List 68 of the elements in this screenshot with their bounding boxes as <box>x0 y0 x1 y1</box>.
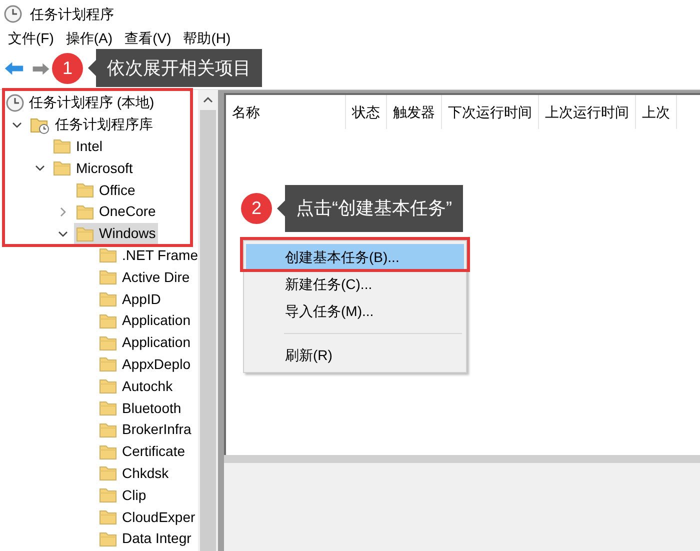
folder-icon <box>53 160 71 176</box>
folder-icon <box>76 226 94 242</box>
tree-item[interactable]: CloudExper <box>97 506 198 528</box>
column-header[interactable]: 上次 <box>636 95 677 129</box>
menu-item[interactable]: 文件(F) <box>8 28 66 48</box>
menu-item[interactable]: 新建任务(C)... <box>246 271 464 298</box>
folder-icon <box>99 400 117 416</box>
tree-item[interactable]: 任务计划程序 (本地) <box>4 92 156 114</box>
folder-icon <box>99 312 117 329</box>
tree-item[interactable]: Intel <box>51 136 104 157</box>
folder-icon <box>99 247 117 264</box>
menu-item[interactable]: 导入任务(M)... <box>246 298 464 325</box>
folder-icon <box>99 422 117 438</box>
folder-icon <box>99 444 117 460</box>
menu-item[interactable]: 操作(A) <box>66 28 125 48</box>
forward-arrow-icon[interactable] <box>32 62 50 76</box>
folder-icon <box>99 356 117 372</box>
column-header[interactable]: 下次运行时间 <box>442 95 539 129</box>
folder-icon <box>53 138 71 154</box>
tree-item[interactable]: Active Dire <box>97 266 192 288</box>
folder-icon <box>99 291 117 308</box>
folder-icon <box>99 378 117 394</box>
folder-icon <box>99 269 117 286</box>
tree-item[interactable]: Clip <box>97 484 148 506</box>
folder-icon <box>99 334 117 351</box>
folder-clock-icon <box>30 116 50 134</box>
tree-item[interactable]: OneCore <box>74 201 158 222</box>
back-arrow-icon[interactable] <box>4 61 24 76</box>
tree-item[interactable]: Windows <box>74 223 158 244</box>
clock-icon <box>6 94 24 112</box>
tree-item[interactable]: Data Integr <box>97 528 194 550</box>
folder-icon <box>76 204 94 220</box>
tree-item[interactable]: Application <box>97 332 192 354</box>
window-title: 任务计划程序 <box>30 4 114 24</box>
tree-item[interactable]: AppID <box>97 288 163 310</box>
folder-icon <box>99 487 117 504</box>
tree-item[interactable]: Application <box>97 310 192 332</box>
tree-item[interactable]: 任务计划程序库 <box>28 114 155 136</box>
menu-item[interactable]: 查看(V) <box>124 28 184 48</box>
tree-item[interactable]: Bluetooth <box>97 398 184 419</box>
tree-item[interactable]: Office <box>74 180 138 201</box>
clock-icon <box>4 5 22 23</box>
tree-item[interactable]: Certificate <box>97 441 188 462</box>
menu-item[interactable]: 创建基本任务(B)... <box>246 244 464 271</box>
scrollbar-thumb[interactable] <box>200 110 216 551</box>
collapse-caret-icon[interactable] <box>60 206 66 217</box>
menu-item[interactable]: 帮助(H) <box>183 28 243 48</box>
tooltip: 依次展开相关项目 <box>88 49 262 87</box>
folder-icon <box>76 182 94 198</box>
tree-item[interactable]: .NET Frame <box>97 244 198 266</box>
tree-item[interactable]: BrokerInfra <box>97 419 194 440</box>
expand-caret-icon[interactable] <box>58 230 68 237</box>
folder-icon <box>99 530 117 547</box>
folder-icon <box>99 509 117 526</box>
menu-item[interactable]: 刷新(R) <box>246 342 464 369</box>
column-header[interactable]: 上次运行时间 <box>539 95 636 129</box>
expand-caret-icon[interactable] <box>35 165 45 172</box>
tree-item[interactable]: Microsoft <box>51 158 135 179</box>
tree-item[interactable]: AppxDeplo <box>97 354 192 375</box>
tooltip: 点击“创建基本任务” <box>277 185 463 232</box>
step-number-badge: 1 <box>52 52 83 84</box>
column-header[interactable]: 触发器 <box>387 95 442 129</box>
tree-item[interactable]: Chkdsk <box>97 462 171 484</box>
expand-caret-icon[interactable] <box>12 122 22 128</box>
tree-item[interactable]: Autochk <box>97 376 175 397</box>
column-header[interactable]: 状态 <box>346 95 387 129</box>
folder-icon <box>99 465 117 482</box>
column-header[interactable]: 名称 <box>226 95 346 129</box>
